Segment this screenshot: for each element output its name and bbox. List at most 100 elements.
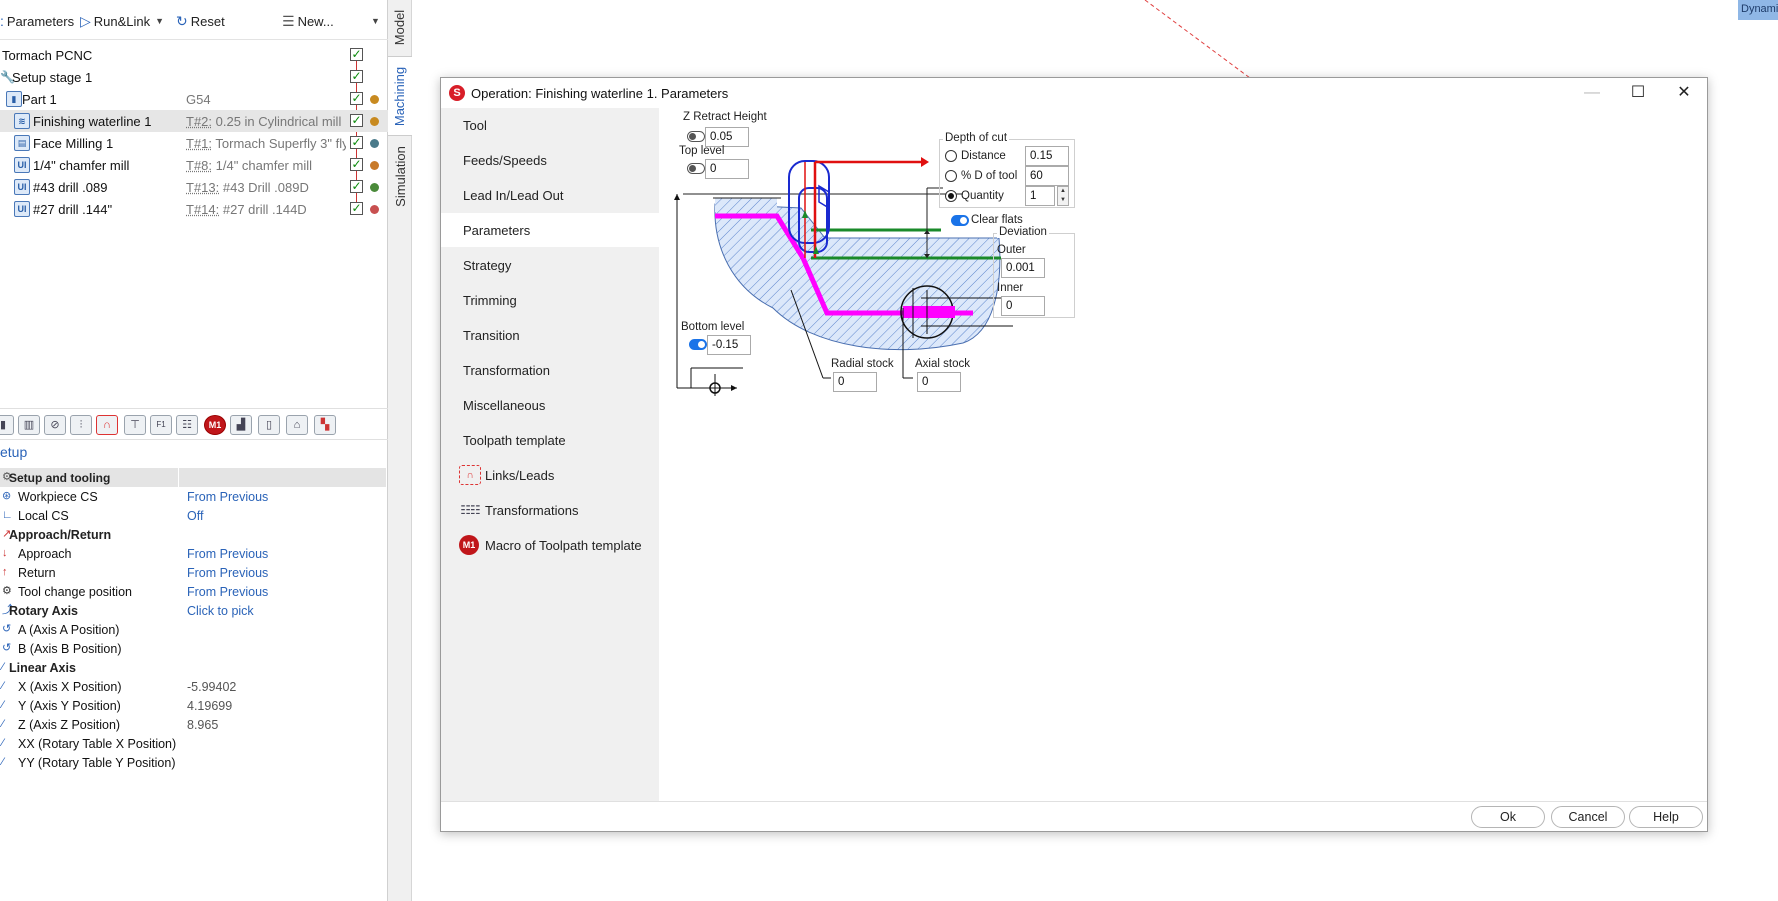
prop-value[interactable]: 4.19699 — [187, 699, 232, 713]
prop-group-setup[interactable]: ⚙ Setup and tooling — [0, 468, 386, 487]
nav-links-leads[interactable]: ∩ Links/Leads — [441, 458, 659, 492]
transformations-icon[interactable]: ☷ — [176, 415, 198, 435]
compass-icon[interactable]: ⊘ — [44, 415, 66, 435]
nav-feeds-speeds[interactable]: Feeds/Speeds — [441, 143, 659, 177]
z-retract-toggle[interactable] — [687, 131, 705, 142]
quantity-radio[interactable] — [945, 190, 957, 202]
prop-value[interactable]: From Previous — [187, 566, 268, 580]
pct-d-input[interactable]: 60 — [1025, 166, 1069, 186]
misc-icon[interactable]: ▟ — [230, 415, 252, 435]
nav-toolpath-template[interactable]: Toolpath template — [441, 423, 659, 457]
prop-row-axis-a[interactable]: ↺ A (Axis A Position) — [0, 620, 386, 639]
bottom-level-input[interactable]: -0.15 — [707, 335, 751, 355]
prop-value[interactable]: From Previous — [187, 490, 268, 504]
prop-value[interactable]: Off — [187, 509, 203, 523]
prop-row-return[interactable]: ↑ Return From Previous — [0, 563, 386, 582]
cancel-button[interactable]: Cancel — [1551, 806, 1625, 828]
minimize-button[interactable]: — — [1569, 82, 1615, 104]
top-level-input[interactable]: 0 — [705, 159, 749, 179]
tab-model[interactable]: Model — [388, 0, 412, 54]
axial-stock-input[interactable]: 0 — [917, 372, 961, 392]
trimming-icon[interactable]: ⊤ — [124, 415, 146, 435]
nav-trimming[interactable]: Trimming — [441, 283, 659, 317]
checkbox[interactable]: ✓ — [350, 114, 363, 127]
bottom-level-toggle[interactable] — [689, 339, 707, 350]
chevron-down-icon[interactable]: ▼ — [155, 16, 164, 26]
reset-button[interactable]: ↻ Reset — [176, 11, 225, 31]
setup-link[interactable]: etup — [0, 444, 27, 460]
tree-item-part[interactable]: ▮ Part 1 G54 ✓ — [0, 88, 388, 110]
quantity-input[interactable]: 1 — [1025, 186, 1055, 206]
clear-flats-toggle[interactable] — [951, 215, 969, 226]
prop-row-axis-y[interactable]: ⁄ Y (Axis Y Position) 4.19699 — [0, 696, 386, 715]
outer-input[interactable]: 0.001 — [1001, 258, 1045, 278]
prop-row-workpiece-cs[interactable]: ⊛ Workpiece CS From Previous — [0, 487, 386, 506]
prop-row-axis-yy[interactable]: ⁄ YY (Rotary Table Y Position) — [0, 753, 386, 772]
prop-row-axis-xx[interactable]: ⁄ XX (Rotary Table X Position) — [0, 734, 386, 753]
top-level-toggle[interactable] — [687, 163, 705, 174]
machine-icon[interactable]: ⌂ — [286, 415, 308, 435]
tree-item-operation[interactable]: ≋ Finishing waterline 1 T#2: 0.25 in Cyl… — [0, 110, 388, 132]
nav-transition[interactable]: Transition — [441, 318, 659, 352]
tree-item-operation[interactable]: UI #43 drill .089 T#13: #43 Drill .089D … — [0, 176, 388, 198]
nav-miscellaneous[interactable]: Miscellaneous — [441, 388, 659, 422]
tree-item-operation[interactable]: UI #27 drill .144" T#14: #27 drill .144D… — [0, 198, 388, 220]
links-icon[interactable]: ∩ — [96, 415, 118, 435]
feeds-icon[interactable]: ▥ — [18, 415, 40, 435]
prop-row-local-cs[interactable]: ∟ Local CS Off — [0, 506, 386, 525]
nav-parameters[interactable]: Parameters — [441, 213, 659, 247]
tab-machining[interactable]: Machining — [388, 56, 412, 136]
prop-row-approach[interactable]: ↓ Approach From Previous — [0, 544, 386, 563]
prop-group-approach[interactable]: ↗ Approach/Return — [0, 525, 386, 544]
nav-lead-in-out[interactable]: Lead In/Lead Out — [441, 178, 659, 212]
nav-transformations[interactable]: ☷☷ Transformations — [441, 493, 659, 527]
quantity-stepper[interactable]: ▲ ▼ — [1057, 186, 1069, 206]
transition-icon[interactable]: F1 — [150, 415, 172, 435]
ok-button[interactable]: Ok — [1471, 806, 1545, 828]
checkbox[interactable]: ✓ — [350, 48, 363, 61]
parameters-sliders-icon[interactable]: ⫶ — [70, 415, 92, 435]
tree-item-operation[interactable]: ▤ Face Milling 1 T#1: Tormach Superfly 3… — [0, 132, 388, 154]
dynamic-badge[interactable]: Dynami — [1738, 0, 1778, 20]
nav-strategy[interactable]: Strategy — [441, 248, 659, 282]
dialog-titlebar[interactable]: S Operation: Finishing waterline 1. Para… — [441, 78, 1707, 108]
tree-item-operation[interactable]: UI 1/4" chamfer mill T#8: 1/4" chamfer m… — [0, 154, 388, 176]
tab-simulation[interactable]: Simulation — [388, 138, 412, 214]
simulation-icon[interactable]: ▚ — [314, 415, 336, 435]
prop-value[interactable]: From Previous — [187, 585, 268, 599]
parameters-button[interactable]: : Parameters — [0, 11, 74, 31]
inner-input[interactable]: 0 — [1001, 296, 1045, 316]
prop-row-axis-x[interactable]: ⁄ X (Axis X Position) -5.99402 — [0, 677, 386, 696]
nav-macro[interactable]: M1 Macro of Toolpath template — [441, 528, 659, 562]
prop-value[interactable]: -5.99402 — [187, 680, 236, 694]
prop-value[interactable]: From Previous — [187, 547, 268, 561]
checkbox[interactable]: ✓ — [350, 136, 363, 149]
close-button[interactable]: ✕ — [1661, 82, 1707, 104]
prop-group-linear[interactable]: ⁄ Linear Axis — [0, 658, 386, 677]
macro-icon[interactable]: M1 — [204, 415, 226, 435]
prop-row-axis-z[interactable]: ⁄ Z (Axis Z Position) 8.965 — [0, 715, 386, 734]
distance-radio[interactable] — [945, 150, 957, 162]
checkbox[interactable]: ✓ — [350, 202, 363, 215]
pct-d-radio[interactable] — [945, 170, 957, 182]
checkbox[interactable]: ✓ — [350, 92, 363, 105]
tree-item-setup[interactable]: 🔧 Setup stage 1 ✓ — [0, 66, 388, 88]
help-button[interactable]: Help — [1629, 806, 1703, 828]
tree-item-machine[interactable]: Tormach PCNC ✓ — [0, 44, 388, 66]
toolbar-menu-button[interactable]: ▼ — [366, 11, 380, 31]
distance-input[interactable]: 0.15 — [1025, 146, 1069, 166]
runlink-button[interactable]: ▷ Run&Link ▼ — [80, 11, 164, 31]
checkbox[interactable]: ✓ — [350, 70, 363, 83]
prop-value[interactable]: Click to pick — [187, 604, 254, 618]
new-button[interactable]: ☰ New... — [282, 11, 334, 31]
prop-row-tool-change[interactable]: ⚙ Tool change position From Previous — [0, 582, 386, 601]
stock-icon[interactable]: ▯ — [258, 415, 280, 435]
checkbox[interactable]: ✓ — [350, 158, 363, 171]
checkbox[interactable]: ✓ — [350, 180, 363, 193]
maximize-button[interactable]: ☐ — [1615, 82, 1661, 104]
nav-transformation[interactable]: Transformation — [441, 353, 659, 387]
nav-tool[interactable]: Tool — [441, 108, 659, 142]
z-retract-input[interactable]: 0.05 — [705, 127, 749, 147]
prop-value[interactable]: 8.965 — [187, 718, 218, 732]
radial-stock-input[interactable]: 0 — [833, 372, 877, 392]
